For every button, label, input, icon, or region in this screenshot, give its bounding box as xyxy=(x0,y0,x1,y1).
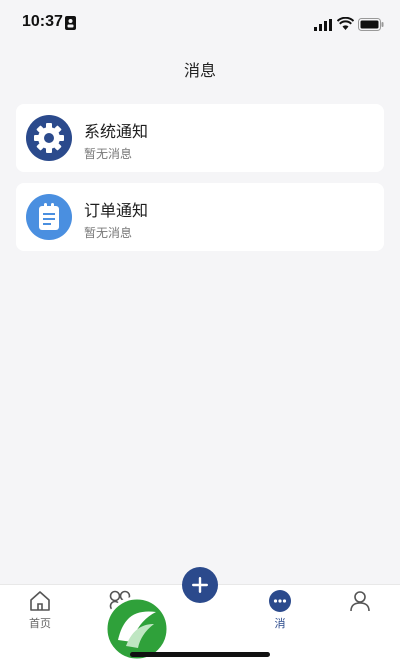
tab-message[interactable]: 消 xyxy=(240,585,320,645)
notification-title: 系统通知 xyxy=(84,122,149,141)
notification-title: 订单通知 xyxy=(84,201,149,220)
id-card-icon xyxy=(65,15,76,34)
battery-icon xyxy=(358,16,384,35)
status-bar: 10:37 xyxy=(0,0,400,46)
gear-icon xyxy=(26,115,72,161)
home-indicator xyxy=(130,652,270,657)
home-icon xyxy=(28,589,52,617)
signal-icon xyxy=(314,16,332,35)
message-icon xyxy=(268,589,292,617)
page-title: 消息 xyxy=(183,61,216,80)
plus-icon xyxy=(182,577,218,607)
clipboard-icon xyxy=(26,194,72,240)
tab-label: 消 xyxy=(274,617,286,630)
notification-subtitle: 暂无消息 xyxy=(84,226,133,240)
tab-home[interactable]: 首页 xyxy=(0,585,80,645)
notification-system-card[interactable]: 系统通知 暂无消息 xyxy=(16,104,384,172)
user-icon xyxy=(348,589,372,617)
tab-me[interactable] xyxy=(320,585,400,645)
status-time: 10:37 xyxy=(22,13,63,30)
tab-label: 首页 xyxy=(29,617,51,630)
publish-button[interactable] xyxy=(182,567,218,603)
notification-subtitle: 暂无消息 xyxy=(84,147,133,161)
notification-order-card[interactable]: 订单通知 暂无消息 xyxy=(16,183,384,251)
wifi-icon xyxy=(336,15,355,34)
